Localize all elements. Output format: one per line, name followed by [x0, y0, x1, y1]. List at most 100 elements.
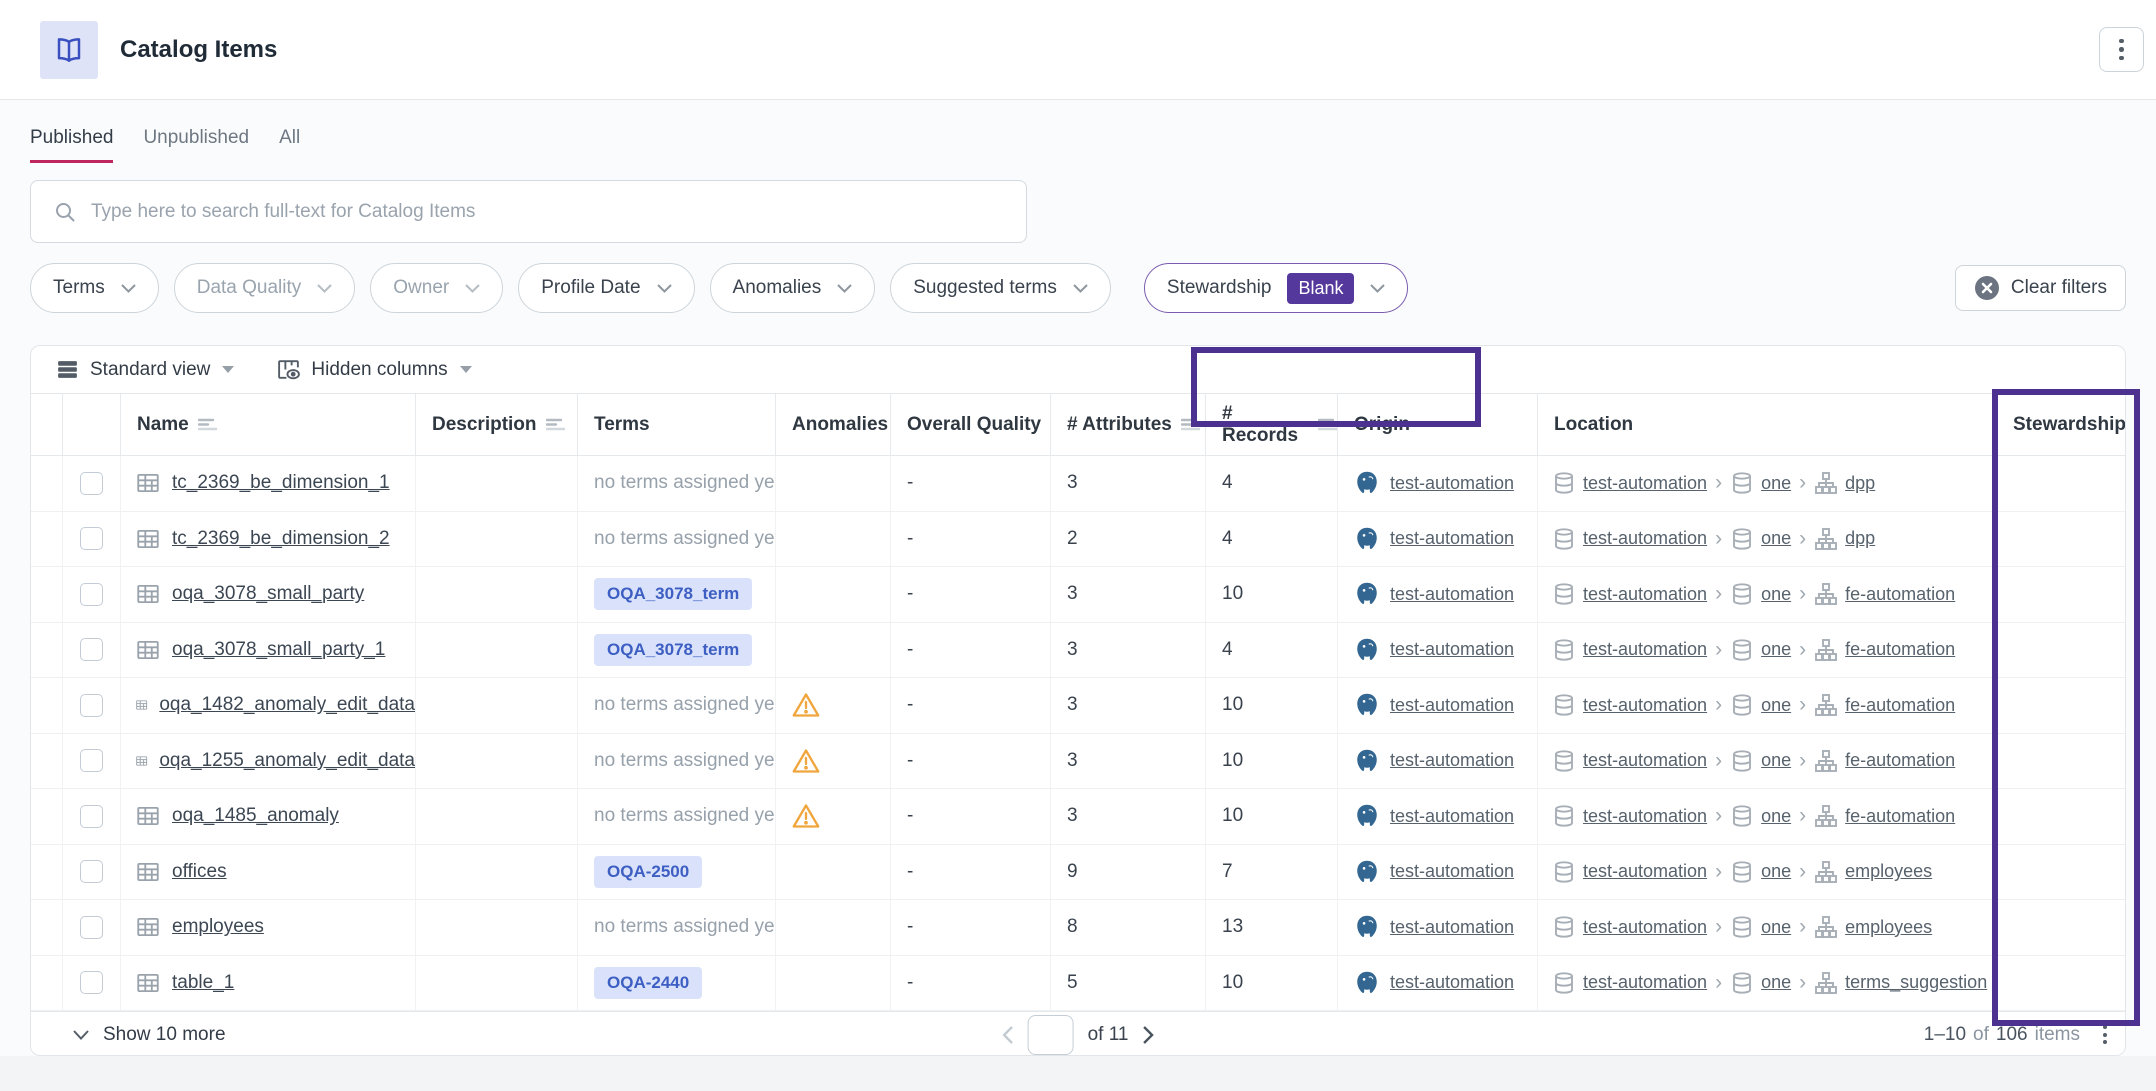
location-schema-link[interactable]: one [1761, 750, 1791, 771]
location-asset-link[interactable]: fe-automation [1845, 750, 1955, 771]
row-spacer-cell [31, 678, 63, 733]
origin-link[interactable]: test-automation [1390, 917, 1514, 938]
show-more-button[interactable]: Show 10 more [73, 1024, 226, 1046]
column-header-attributes[interactable]: # Attributes [1051, 394, 1206, 455]
header-menu-button[interactable] [2099, 27, 2144, 72]
search-input[interactable] [91, 201, 1026, 223]
item-name-link[interactable]: oqa_1482_anomaly_edit_data [159, 694, 415, 716]
location-schema-link[interactable]: one [1761, 473, 1791, 494]
row-checkbox[interactable] [80, 971, 103, 994]
row-checkbox[interactable] [80, 472, 103, 495]
row-checkbox[interactable] [80, 694, 103, 717]
column-header-anomalies[interactable]: Anomalies [776, 394, 891, 455]
term-pill[interactable]: OQA_3078_term [594, 578, 752, 610]
column-header-origin[interactable]: Origin [1338, 394, 1538, 455]
location-database-link[interactable]: test-automation [1583, 473, 1707, 494]
column-header-terms[interactable]: Terms [578, 394, 776, 455]
location-asset-link[interactable]: fe-automation [1845, 806, 1955, 827]
origin-link[interactable]: test-automation [1390, 473, 1514, 494]
location-database-link[interactable]: test-automation [1583, 584, 1707, 605]
location-asset-link[interactable]: dpp [1845, 528, 1875, 549]
page-input[interactable] [1028, 1015, 1074, 1055]
hidden-columns-selector[interactable]: Hidden columns [276, 357, 471, 382]
row-checkbox[interactable] [80, 916, 103, 939]
origin-link[interactable]: test-automation [1390, 972, 1514, 993]
filter-anomalies[interactable]: Anomalies [710, 263, 876, 313]
location-database-link[interactable]: test-automation [1583, 917, 1707, 938]
location-database-link[interactable]: test-automation [1583, 528, 1707, 549]
location-database-link[interactable]: test-automation [1583, 695, 1707, 716]
item-name-link[interactable]: table_1 [172, 972, 234, 994]
location-asset-link[interactable]: fe-automation [1845, 639, 1955, 660]
term-pill[interactable]: OQA-2440 [594, 967, 702, 999]
origin-link[interactable]: test-automation [1390, 806, 1514, 827]
origin-link[interactable]: test-automation [1390, 861, 1514, 882]
no-terms-text: no terms assigned yet [594, 528, 776, 550]
location-asset-link[interactable]: fe-automation [1845, 584, 1955, 605]
item-name-link[interactable]: employees [172, 916, 264, 938]
location-database-link[interactable]: test-automation [1583, 861, 1707, 882]
row-checkbox[interactable] [80, 527, 103, 550]
origin-link[interactable]: test-automation [1390, 639, 1514, 660]
origin-link[interactable]: test-automation [1390, 528, 1514, 549]
column-header-name[interactable]: Name [121, 394, 416, 455]
origin-link[interactable]: test-automation [1390, 695, 1514, 716]
location-asset-link[interactable]: employees [1845, 861, 1932, 882]
database-icon [1552, 471, 1576, 495]
column-header-overall-quality[interactable]: Overall Quality [891, 394, 1051, 455]
clear-filters-button[interactable]: Clear filters [1955, 265, 2126, 311]
location-schema-link[interactable]: one [1761, 584, 1791, 605]
item-name-link[interactable]: tc_2369_be_dimension_1 [172, 472, 390, 494]
filter-data-quality[interactable]: Data Quality [174, 263, 356, 313]
location-asset-link[interactable]: terms_suggestion [1845, 972, 1987, 993]
location-schema-link[interactable]: one [1761, 695, 1791, 716]
next-page-button[interactable] [1142, 1026, 1153, 1044]
location-schema-link[interactable]: one [1761, 917, 1791, 938]
filter-terms[interactable]: Terms [30, 263, 159, 313]
column-header-description[interactable]: Description [416, 394, 578, 455]
origin-link[interactable]: test-automation [1390, 584, 1514, 605]
location-asset-link[interactable]: fe-automation [1845, 695, 1955, 716]
location-database-link[interactable]: test-automation [1583, 750, 1707, 771]
row-checkbox[interactable] [80, 638, 103, 661]
term-pill[interactable]: OQA-2500 [594, 856, 702, 888]
view-selector[interactable]: Standard view [55, 357, 234, 382]
tab-published[interactable]: Published [30, 127, 113, 163]
filter-owner[interactable]: Owner [370, 263, 503, 313]
row-checkbox[interactable] [80, 860, 103, 883]
row-checkbox[interactable] [80, 583, 103, 606]
item-name-link[interactable]: oqa_3078_small_party [172, 583, 364, 605]
location-schema-link[interactable]: one [1761, 861, 1791, 882]
item-name-link[interactable]: offices [172, 861, 227, 883]
item-name-link[interactable]: oqa_3078_small_party_1 [172, 639, 385, 661]
column-header-stewardship[interactable]: Stewardship [1997, 394, 2125, 455]
column-header-location[interactable]: Location [1538, 394, 1997, 455]
item-name-link[interactable]: tc_2369_be_dimension_2 [172, 528, 390, 550]
location-schema-link[interactable]: one [1761, 528, 1791, 549]
origin-link[interactable]: test-automation [1390, 750, 1514, 771]
location-database-link[interactable]: test-automation [1583, 639, 1707, 660]
filter-stewardship[interactable]: Stewardship Blank [1144, 263, 1409, 313]
item-name-link[interactable]: oqa_1255_anomaly_edit_data [159, 750, 415, 772]
item-name-link[interactable]: oqa_1485_anomaly [172, 805, 339, 827]
row-checkbox[interactable] [80, 749, 103, 772]
filter-profile-date[interactable]: Profile Date [518, 263, 694, 313]
location-schema-link[interactable]: one [1761, 806, 1791, 827]
term-pill[interactable]: OQA_3078_term [594, 634, 752, 666]
location-asset-link[interactable]: dpp [1845, 473, 1875, 494]
sort-icon [198, 418, 217, 431]
column-header-records[interactable]: # Records [1206, 394, 1338, 455]
filter-suggested-terms[interactable]: Suggested terms [890, 263, 1111, 313]
footer-menu-button[interactable] [2103, 1025, 2107, 1044]
tab-all[interactable]: All [279, 127, 300, 163]
postgresql-icon [1354, 637, 1380, 663]
location-asset-link[interactable]: employees [1845, 917, 1932, 938]
location-cell: test-automation›one›dpp [1538, 512, 1997, 567]
location-database-link[interactable]: test-automation [1583, 972, 1707, 993]
tab-unpublished[interactable]: Unpublished [143, 127, 249, 163]
location-database-link[interactable]: test-automation [1583, 806, 1707, 827]
location-schema-link[interactable]: one [1761, 639, 1791, 660]
prev-page-button[interactable] [1003, 1026, 1014, 1044]
location-schema-link[interactable]: one [1761, 972, 1791, 993]
row-checkbox[interactable] [80, 805, 103, 828]
